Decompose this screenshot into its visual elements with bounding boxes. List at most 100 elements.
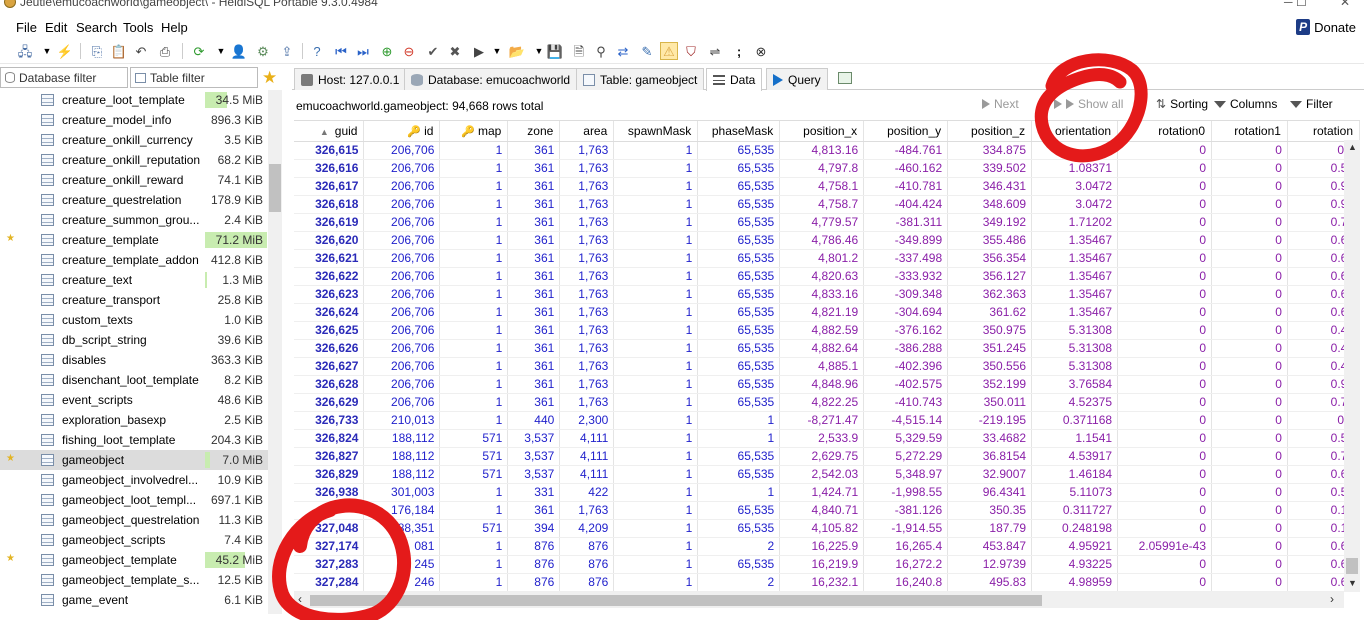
cell-position-y[interactable]: -1,998.55 xyxy=(863,483,949,502)
cell-zone[interactable]: 3,537 xyxy=(507,429,561,448)
cell-position-y[interactable]: -410.781 xyxy=(863,177,949,196)
tree-scrollbar-thumb[interactable] xyxy=(269,164,281,212)
cell-position-y[interactable]: -309.348 xyxy=(863,285,949,304)
cell-position-z[interactable]: 187.79 xyxy=(947,519,1033,538)
table-row[interactable]: 326,628 206,706 1 361 1,763 1 65,535 4,848.96 -4… xyxy=(294,375,1360,394)
cell-guid[interactable]: 326,625 xyxy=(294,321,365,340)
cell-rotation1[interactable]: 0 xyxy=(1211,357,1288,376)
cell-map[interactable]: 1 xyxy=(439,195,509,214)
save-icon[interactable]: 💾 xyxy=(546,42,564,60)
cell-rotation0[interactable]: 0 xyxy=(1117,519,1212,538)
cell-map[interactable]: 1 xyxy=(439,339,509,358)
cell-orientation[interactable]: 4.52375 xyxy=(1031,393,1119,412)
cell-phaseMask[interactable]: 65,535 xyxy=(697,177,781,196)
cell-guid[interactable]: 327,048 xyxy=(294,519,365,538)
cell-position-x[interactable]: 2,629.75 xyxy=(779,447,865,466)
sidebar-item-gameobject-questrelation[interactable]: gameobject_questrelation 11.3 KiB xyxy=(0,510,268,530)
cell-position-x[interactable]: 4,813.16 xyxy=(779,141,865,160)
cell-spawnMask[interactable]: 1 xyxy=(613,267,699,286)
cell-id[interactable]: 246 xyxy=(363,573,441,592)
cell-id[interactable]: 206,706 xyxy=(363,159,441,178)
cell-orientation[interactable]: 3.0472 xyxy=(1031,195,1119,214)
cell-area[interactable]: 1,763 xyxy=(559,375,615,394)
cell-rotation1[interactable]: 0 xyxy=(1211,141,1288,160)
cell-area[interactable]: 876 xyxy=(559,555,615,574)
cell-zone[interactable]: 876 xyxy=(507,537,561,556)
cell-area[interactable]: 1,763 xyxy=(559,357,615,376)
column-header-position-x[interactable]: position_x xyxy=(779,121,865,142)
table-row[interactable]: 326,827 188,112 571 3,537 4,111 1 65,535 2,629.… xyxy=(294,447,1360,466)
cell-position-z[interactable]: 453.847 xyxy=(947,537,1033,556)
cell-phaseMask[interactable]: 2 xyxy=(697,537,781,556)
cell-orientation[interactable]: 1.1541 xyxy=(1031,429,1119,448)
sidebar-item-exploration-basexp[interactable]: exploration_basexp 2.5 KiB xyxy=(0,410,268,430)
cell-position-z[interactable]: 350.556 xyxy=(947,357,1033,376)
cell-position-z[interactable]: 350.975 xyxy=(947,321,1033,340)
cell-spawnMask[interactable]: 1 xyxy=(613,159,699,178)
cell-phaseMask[interactable]: 65,535 xyxy=(697,357,781,376)
table-row[interactable]: 327,048 88,351 571 394 4,209 1 65,535 4,105.82-… xyxy=(294,519,1360,538)
cell-phaseMask[interactable]: 65,535 xyxy=(697,321,781,340)
cell-rotation0[interactable]: 0 xyxy=(1117,159,1212,178)
sidebar-item-game-event[interactable]: game_event 6.1 KiB xyxy=(0,590,268,610)
cell-position-y[interactable]: -381.311 xyxy=(863,213,949,232)
column-header-spawnMask[interactable]: spawnMask xyxy=(613,121,699,142)
sidebar-item-creature-transport[interactable]: creature_transport 25.8 KiB xyxy=(0,290,268,310)
cell-position-y[interactable]: -410.743 xyxy=(863,393,949,412)
cell-position-x[interactable]: 16,232.1 xyxy=(779,573,865,592)
cell-guid[interactable]: 326,617 xyxy=(294,177,365,196)
cell-orientation[interactable]: 1.35467 xyxy=(1031,249,1119,268)
table-filter-input[interactable]: Table filter xyxy=(130,67,258,88)
tab-query[interactable]: Query xyxy=(766,68,828,90)
cell-position-z[interactable]: 356.127 xyxy=(947,267,1033,286)
cell-rotation0[interactable]: 0 xyxy=(1117,339,1212,358)
cell-area[interactable]: 1,763 xyxy=(559,267,615,286)
cell-position-z[interactable]: 12.9739 xyxy=(947,555,1033,574)
cell-position-y[interactable]: 5,329.59 xyxy=(863,429,949,448)
cell-orientation[interactable]: 5.11073 xyxy=(1031,483,1119,502)
session-manager-icon[interactable]: 🖧 xyxy=(16,42,34,60)
cell-guid[interactable]: 326,829 xyxy=(294,465,365,484)
cell-position-y[interactable]: 16,272.2 xyxy=(863,555,949,574)
cell-map[interactable]: 1 xyxy=(439,177,509,196)
cell-position-z[interactable]: 352.199 xyxy=(947,375,1033,394)
cell-position-z[interactable]: 356.354 xyxy=(947,249,1033,268)
cell-position-x[interactable]: 4,840.71 xyxy=(779,501,865,520)
column-header-orientation[interactable]: orientation xyxy=(1031,121,1119,142)
cell-area[interactable]: 1,763 xyxy=(559,213,615,232)
sidebar-item-custom-texts[interactable]: custom_texts 1.0 KiB xyxy=(0,310,268,330)
cell-phaseMask[interactable]: 1 xyxy=(697,483,781,502)
cell-id[interactable]: 188,112 xyxy=(363,447,441,466)
cell-spawnMask[interactable]: 1 xyxy=(613,375,699,394)
cell-position-y[interactable]: -402.575 xyxy=(863,375,949,394)
cell-map[interactable]: 1 xyxy=(439,573,509,592)
column-header-guid[interactable]: ▲ guid xyxy=(294,121,365,142)
cell-position-y[interactable]: -386.288 xyxy=(863,339,949,358)
cell-map[interactable]: 1 xyxy=(439,393,509,412)
open-file-icon[interactable]: 📂 xyxy=(508,42,526,60)
cell-id[interactable]: 206,706 xyxy=(363,303,441,322)
table-row[interactable]: 326,622 206,706 1 361 1,763 1 65,535 4,820.63 -3… xyxy=(294,267,1360,286)
cell-position-x[interactable]: 16,225.9 xyxy=(779,537,865,556)
sidebar-item-creature-onkill-reward[interactable]: creature_onkill_reward 74.1 KiB xyxy=(0,170,268,190)
cell-area[interactable]: 4,111 xyxy=(559,429,615,448)
cell-position-x[interactable]: 4,801.2 xyxy=(779,249,865,268)
cell-position-z[interactable]: 33.4682 xyxy=(947,429,1033,448)
cell-spawnMask[interactable]: 1 xyxy=(613,465,699,484)
paste-icon[interactable]: 📋 xyxy=(110,42,128,60)
cell-area[interactable]: 2,300 xyxy=(559,411,615,430)
sidebar-item-creature-onkill-reputation[interactable]: creature_onkill_reputation 68.2 KiB xyxy=(0,150,268,170)
cell-guid[interactable]: 326,827 xyxy=(294,447,365,466)
cell-position-y[interactable]: 5,348.97 xyxy=(863,465,949,484)
cell-phaseMask[interactable]: 65,535 xyxy=(697,285,781,304)
table-row[interactable]: 326,829 188,112 571 3,537 4,111 1 65,535 2,542.… xyxy=(294,465,1360,484)
cell-spawnMask[interactable]: 1 xyxy=(613,447,699,466)
cell-position-x[interactable]: -8,271.47 xyxy=(779,411,865,430)
cell-position-z[interactable]: 36.8154 xyxy=(947,447,1033,466)
column-header-rotation0[interactable]: rotation0 xyxy=(1117,121,1212,142)
cell-rotation0[interactable]: 0 xyxy=(1117,285,1212,304)
cell-zone[interactable]: 361 xyxy=(507,501,561,520)
cell-rotation0[interactable]: 0 xyxy=(1117,321,1212,340)
refresh-icon[interactable]: ⟳ xyxy=(190,42,208,60)
cell-map[interactable]: 1 xyxy=(439,501,509,520)
